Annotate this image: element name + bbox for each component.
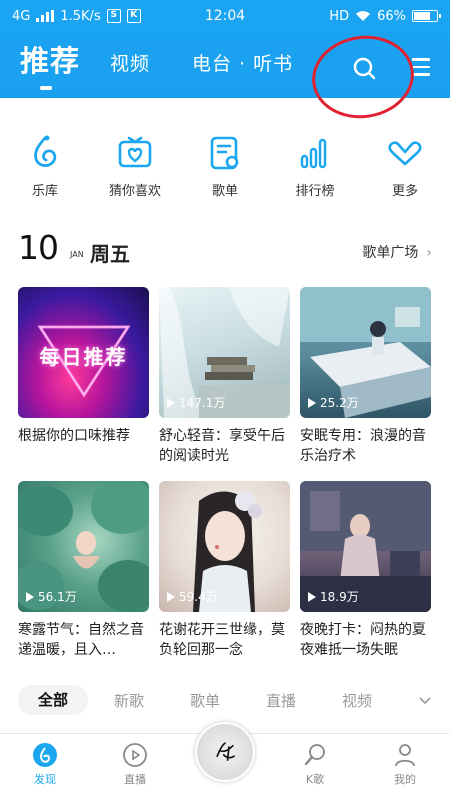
playlist-square-label: 歌单广场 [362, 245, 419, 261]
calligraphy-logo-icon [216, 741, 235, 761]
live-icon [123, 743, 147, 767]
playlist-title: 根据你的口味推荐 [18, 428, 130, 444]
playlist-card[interactable]: 每日推荐 根据你的口味推荐 [18, 287, 149, 466]
playlist-title: 舒心轻音：享受午后的阅读时光 [159, 428, 285, 464]
shortcut-more[interactable]: 更多 [360, 132, 450, 202]
shortcut-charts[interactable]: 排行榜 [270, 132, 360, 202]
tab-video[interactable]: 视频 [110, 49, 150, 76]
shortcut-playlist[interactable]: 歌单 [180, 132, 270, 202]
playlist-cover: 56.1万 [18, 481, 149, 612]
chevron-more-icon [388, 141, 422, 166]
playlist-title: 安眠专用：浪漫的音乐治疗术 [300, 428, 426, 464]
play-count-value: 25.2万 [320, 396, 359, 410]
playlist-title: 花谢花开三世缘，莫负轮回那一念 [159, 622, 285, 658]
chevron-right-icon: › [426, 245, 432, 261]
daily-header: 10 JAN 周五 歌单广场 › [18, 228, 432, 268]
shortcut-music-library[interactable]: 乐库 [0, 132, 90, 202]
category-all[interactable]: 全部 [18, 685, 88, 715]
bottom-tab-discover[interactable]: 发现 [0, 734, 90, 800]
tab-recommend[interactable]: 推荐 [20, 38, 80, 90]
play-count: 18.9万 [308, 588, 359, 605]
bottom-nav: 发现 直播 K歌 我的 [0, 722, 450, 800]
playlist-cover: 18.9万 [300, 481, 431, 612]
music-library-icon [34, 135, 57, 167]
chevron-down-icon[interactable] [418, 693, 432, 707]
play-icon [308, 591, 316, 602]
battery-icon [412, 10, 441, 22]
playlist-square-link[interactable]: 歌单广场 › [362, 242, 432, 262]
shortcut-label: 乐库 [31, 184, 58, 199]
playlist-card[interactable]: 147.1万 舒心轻音：享受午后的阅读时光 [159, 287, 290, 466]
playlist-title: 夜晚打卡：闷热的夏夜难抵一场失眠 [300, 622, 426, 658]
shortcut-label: 排行榜 [295, 184, 335, 199]
date-month: JAN [70, 250, 84, 259]
shortcut-label: 歌单 [211, 184, 238, 199]
playlist-cover: 59.4万 [159, 481, 290, 612]
bottom-tab-label: 发现 [34, 773, 56, 786]
play-count-value: 59.4万 [179, 590, 218, 604]
play-icon [167, 397, 175, 408]
playlist-card[interactable]: 56.1万 寒露节气：自然之音递温暖，且入… [18, 481, 149, 660]
category-video[interactable]: 视频 [322, 690, 392, 711]
playlist-card[interactable]: 59.4万 花谢花开三世缘，莫负轮回那一念 [159, 481, 290, 660]
tab-radio-audiobook[interactable]: 电台 · 听书 [192, 49, 293, 76]
chart-bars-icon [300, 138, 327, 169]
play-count-value: 18.9万 [320, 590, 359, 604]
play-count: 147.1万 [167, 394, 225, 411]
profile-icon [395, 744, 415, 767]
menu-icon[interactable] [412, 58, 430, 78]
playlist-icon [210, 136, 239, 170]
shortcut-label: 更多 [391, 184, 418, 199]
bottom-tab-now-playing[interactable] [180, 722, 270, 800]
playlist-title: 寒露节气：自然之音递温暖，且入… [18, 622, 144, 658]
playlist-card[interactable]: 25.2万 安眠专用：浪漫的音乐治疗术 [300, 287, 431, 466]
category-live[interactable]: 直播 [246, 690, 316, 711]
playlist-cover: 147.1万 [159, 287, 290, 418]
album-disc-icon [195, 722, 255, 782]
bottom-tab-label: 直播 [124, 773, 146, 786]
category-playlists[interactable]: 歌单 [170, 690, 240, 711]
date-day: 10 [18, 228, 59, 267]
karaoke-icon [304, 744, 325, 766]
shortcut-label: 猜你喜欢 [108, 184, 161, 199]
playlist-card[interactable]: 18.9万 夜晚打卡：闷热的夏夜难抵一场失眠 [300, 481, 431, 660]
bottom-tab-label: 我的 [394, 773, 416, 786]
play-icon [167, 591, 175, 602]
bottom-tab-karaoke[interactable]: K歌 [270, 734, 360, 800]
shortcut-row: 乐库 猜你喜欢 歌单 排行榜 更多 [0, 132, 450, 202]
playlist-cover: 每日推荐 [18, 287, 149, 418]
clock: 12:04 [204, 8, 246, 24]
status-bar: 4G 1.5K/s S K 12:04 HD 66% [0, 0, 450, 32]
playlist-cover: 25.2万 [300, 287, 431, 418]
play-count-value: 147.1万 [179, 396, 226, 410]
shortcut-guess-you-like[interactable]: 猜你喜欢 [90, 132, 180, 202]
play-icon [26, 591, 34, 602]
play-count: 56.1万 [26, 588, 77, 605]
play-count: 25.2万 [308, 394, 359, 411]
daily-recommend-overlay: 每日推荐 [39, 345, 128, 369]
play-count: 59.4万 [167, 588, 218, 605]
bottom-tab-label: K歌 [305, 773, 325, 786]
category-tabs: 全部 新歌 歌单 直播 视频 [18, 684, 432, 716]
bottom-tab-live[interactable]: 直播 [90, 734, 180, 800]
discover-icon [33, 743, 57, 767]
category-new-songs[interactable]: 新歌 [94, 690, 164, 711]
play-icon [308, 397, 316, 408]
play-count-value: 56.1万 [38, 590, 77, 604]
heart-box-icon [118, 136, 152, 168]
date-weekday: 周五 [90, 242, 130, 266]
bottom-tab-mine[interactable]: 我的 [360, 734, 450, 800]
